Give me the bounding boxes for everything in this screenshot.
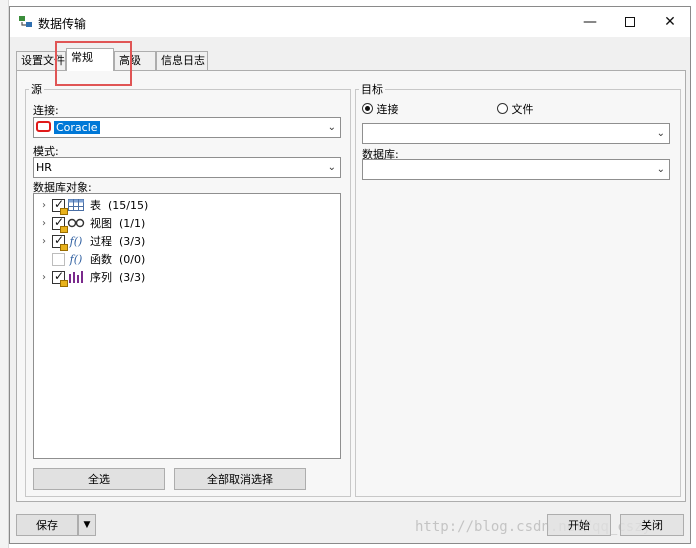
tree-item-label: 视图 <box>90 217 112 230</box>
radio-connection-icon[interactable] <box>362 103 373 114</box>
save-dropdown-button[interactable]: ▼ <box>78 514 96 536</box>
source-connection-value: Coracle <box>54 121 100 134</box>
lock-icon <box>60 207 68 215</box>
tree-item-count: (15/15) <box>108 198 149 212</box>
chevron-right-icon[interactable]: › <box>38 272 50 283</box>
target-legend: 目标 <box>361 83 383 96</box>
tree-item-views[interactable]: › 视图 (1/1) <box>38 215 146 233</box>
tree-item-tables[interactable]: › 表 (15/15) <box>38 197 149 215</box>
tree-item-procedures[interactable]: › f() 过程 (3/3) <box>38 233 146 251</box>
lock-icon <box>60 225 68 233</box>
general-tab-panel: 源 连接: Coracle ⌄ 模式: HR ⌄ 数据库对象: › 表 (15/… <box>16 70 686 502</box>
procedures-checkbox[interactable] <box>52 233 68 251</box>
tree-item-count: (3/3) <box>119 270 146 284</box>
select-all-button[interactable]: 全选 <box>33 468 165 490</box>
lock-icon <box>60 279 68 287</box>
chevron-right-icon[interactable]: › <box>38 200 50 211</box>
background-window-edge <box>0 0 9 548</box>
tree-item-label: 函数 <box>90 253 112 266</box>
sequences-checkbox[interactable] <box>52 269 68 287</box>
tables-checkbox[interactable] <box>52 197 68 215</box>
lock-icon <box>60 243 68 251</box>
tree-item-label: 过程 <box>90 235 112 248</box>
data-transfer-window: 数据传输 — ✕ 设置文件 常规 高级 信息日志 源 连接: Coracle ⌄… <box>9 6 691 544</box>
target-database-select[interactable]: ⌄ <box>362 159 670 180</box>
source-schema-value: HR <box>36 161 52 174</box>
source-schema-select[interactable]: HR ⌄ <box>33 157 341 178</box>
source-legend: 源 <box>31 83 42 96</box>
title-bar: 数据传输 — ✕ <box>10 7 690 37</box>
data-transfer-icon <box>19 16 32 27</box>
database-objects-tree: › 表 (15/15) › 视图 (1/1) › f() 过程 (3 <box>33 193 341 459</box>
chevron-right-icon[interactable]: › <box>38 236 50 247</box>
close-window-button[interactable]: ✕ <box>650 7 690 37</box>
tab-highlight-box <box>55 41 132 86</box>
target-connection-select[interactable]: ⌄ <box>362 123 670 144</box>
close-button[interactable]: 关闭 <box>620 514 684 536</box>
radio-file-icon[interactable] <box>497 103 508 114</box>
minimize-button[interactable]: — <box>570 7 610 37</box>
maximize-button[interactable] <box>610 7 650 37</box>
maximize-icon <box>625 17 635 27</box>
close-icon: ✕ <box>664 14 676 30</box>
tree-item-sequences[interactable]: › 序列 (3/3) <box>38 269 146 287</box>
target-radio-connection[interactable]: 连接 <box>362 101 399 117</box>
save-button[interactable]: 保存 <box>16 514 78 536</box>
window-title: 数据传输 <box>38 17 87 31</box>
radio-connection-label: 连接 <box>376 103 399 116</box>
chevron-down-icon: ⌄ <box>656 128 665 139</box>
source-connection-select[interactable]: Coracle ⌄ <box>33 117 341 138</box>
start-button[interactable]: 开始 <box>547 514 611 536</box>
table-icon <box>66 198 86 212</box>
blog-watermark: http://blog.csdn.net/qq_cszy <box>415 519 652 535</box>
tree-item-label: 序列 <box>90 271 112 284</box>
sequence-icon <box>66 270 86 284</box>
tree-item-count: (0/0) <box>119 252 146 266</box>
connection-label: 连接: <box>33 104 59 117</box>
tree-item-functions[interactable]: f() 函数 (0/0) <box>38 251 145 267</box>
minimize-icon: — <box>583 14 597 30</box>
chevron-down-icon: ⌄ <box>327 122 336 133</box>
chevron-right-icon[interactable]: › <box>38 218 50 229</box>
target-radio-file[interactable]: 文件 <box>497 101 534 117</box>
radio-file-label: 文件 <box>511 103 534 116</box>
functions-checkbox[interactable] <box>52 252 65 266</box>
tab-info-log[interactable]: 信息日志 <box>156 51 208 70</box>
chevron-down-icon: ⌄ <box>327 162 336 173</box>
tree-item-label: 表 <box>90 199 101 212</box>
view-icon <box>66 216 86 230</box>
chevron-down-icon: ⌄ <box>656 164 665 175</box>
tree-item-count: (1/1) <box>119 216 146 230</box>
triangle-down-icon: ▼ <box>83 520 91 530</box>
source-connection-value-wrap: Coracle <box>36 121 100 134</box>
procedure-icon: f() <box>69 234 83 248</box>
function-icon: f() <box>69 252 83 266</box>
oracle-icon <box>36 121 51 132</box>
tree-item-count: (3/3) <box>119 234 146 248</box>
views-checkbox[interactable] <box>52 215 68 233</box>
deselect-all-button[interactable]: 全部取消选择 <box>174 468 306 490</box>
